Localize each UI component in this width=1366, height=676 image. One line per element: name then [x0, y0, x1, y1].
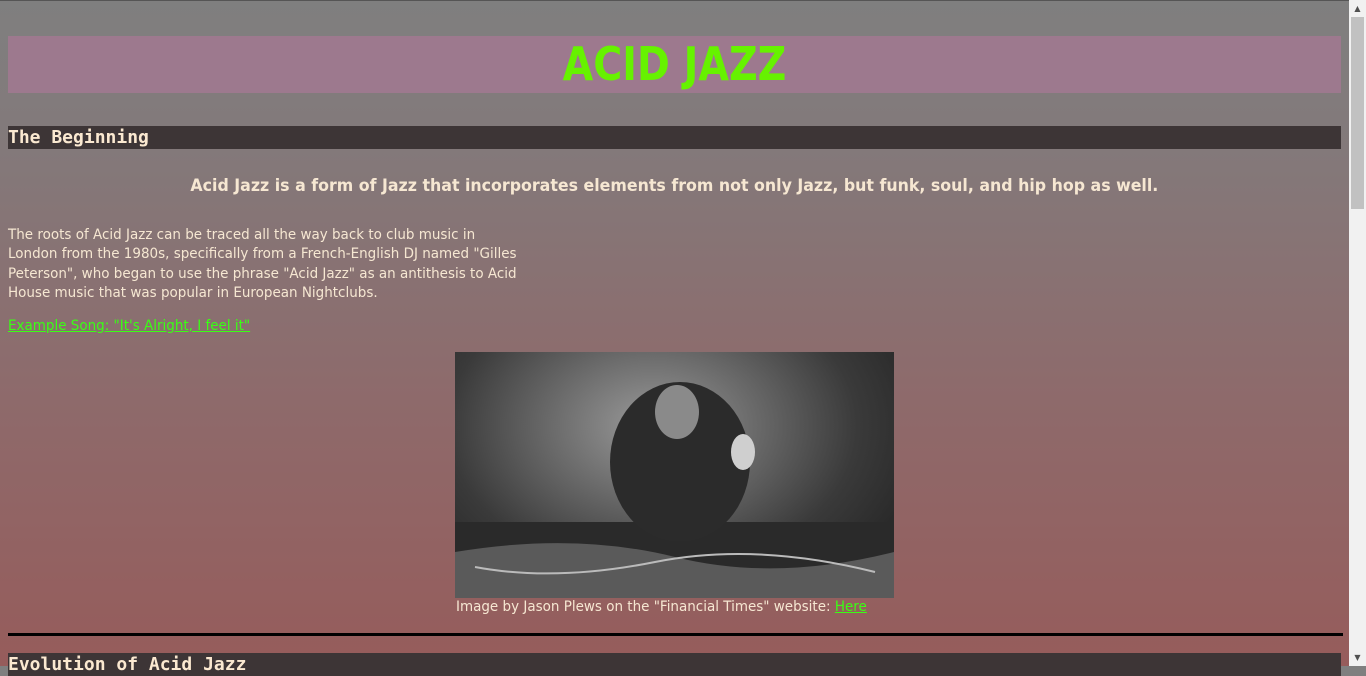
- dj-photo: [455, 352, 894, 598]
- section-divider: [8, 633, 1343, 636]
- section-heading: Evolution of Acid Jazz: [8, 654, 247, 675]
- dj-photo-illustration: [455, 382, 894, 598]
- lead-text-span: Acid Jazz is a form of Jazz that incorpo…: [190, 176, 1159, 196]
- vertical-scrollbar[interactable]: ▲ ▼: [1349, 0, 1366, 666]
- intro-paragraph: The roots of Acid Jazz can be traced all…: [8, 227, 517, 301]
- section-heading: The Beginning: [8, 127, 149, 148]
- section-heading-bar: The Beginning: [8, 126, 1341, 149]
- image-caption: Image by Jason Plews on the "Financial T…: [456, 599, 867, 615]
- title-banner: ACID JAZZ: [8, 36, 1341, 93]
- caption-text: Image by Jason Plews on the "Financial T…: [456, 599, 835, 615]
- lead-text: Acid Jazz is a form of Jazz that incorpo…: [8, 176, 1341, 196]
- example-song-link[interactable]: Example Song: "It's Alright, I feel it": [8, 318, 250, 334]
- caption-here-link[interactable]: Here: [835, 599, 867, 615]
- scroll-down-icon[interactable]: ▼: [1349, 649, 1366, 666]
- example-song-container: Example Song: "It's Alright, I feel it": [8, 318, 250, 334]
- scrollbar-thumb[interactable]: [1351, 17, 1364, 209]
- page-title: ACID JAZZ: [562, 37, 787, 91]
- top-border: [0, 0, 1350, 1]
- scroll-up-icon[interactable]: ▲: [1349, 0, 1366, 17]
- section-heading-bar: Evolution of Acid Jazz: [8, 653, 1341, 676]
